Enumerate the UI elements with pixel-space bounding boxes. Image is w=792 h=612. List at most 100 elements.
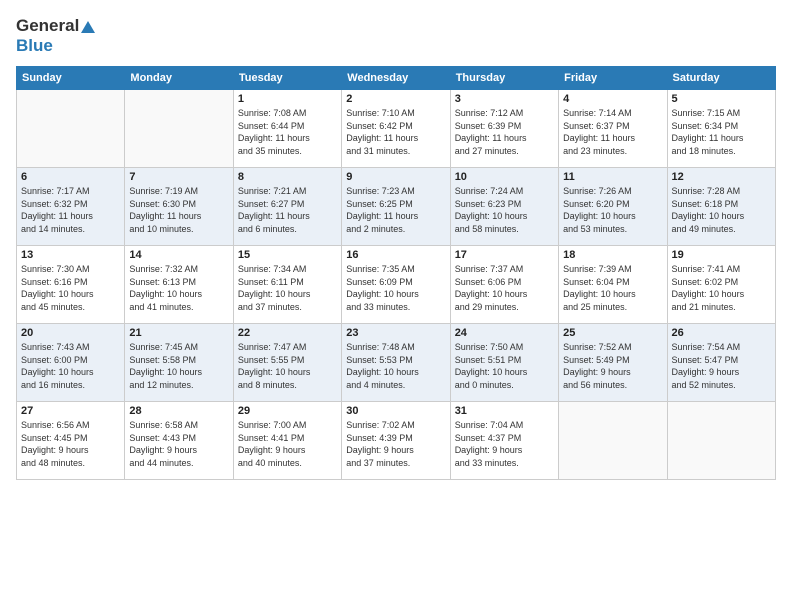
day-number: 16 [346,249,445,261]
cell-info: Daylight: 10 hours [563,210,662,223]
cell-info: Daylight: 10 hours [455,366,554,379]
calendar-cell: 22Sunrise: 7:47 AMSunset: 5:55 PMDayligh… [233,324,341,402]
cell-info: Sunset: 6:39 PM [455,120,554,133]
calendar-table: SundayMondayTuesdayWednesdayThursdayFrid… [16,66,776,480]
cell-info: Sunrise: 6:58 AM [129,419,228,432]
calendar-cell: 6Sunrise: 7:17 AMSunset: 6:32 PMDaylight… [17,168,125,246]
calendar-cell: 20Sunrise: 7:43 AMSunset: 6:00 PMDayligh… [17,324,125,402]
cell-info: and 35 minutes. [238,145,337,158]
week-row-1: 1Sunrise: 7:08 AMSunset: 6:44 PMDaylight… [17,90,776,168]
col-header-tuesday: Tuesday [233,67,341,90]
cell-info: Sunset: 5:47 PM [672,354,771,367]
cell-info: Sunrise: 7:04 AM [455,419,554,432]
calendar-cell: 18Sunrise: 7:39 AMSunset: 6:04 PMDayligh… [559,246,667,324]
day-number: 29 [238,405,337,417]
day-number: 30 [346,405,445,417]
cell-info: Sunrise: 7:34 AM [238,263,337,276]
cell-info: Sunset: 6:00 PM [21,354,120,367]
week-row-4: 20Sunrise: 7:43 AMSunset: 6:00 PMDayligh… [17,324,776,402]
cell-info: and 18 minutes. [672,145,771,158]
cell-info: Sunrise: 7:24 AM [455,185,554,198]
cell-info: and 40 minutes. [238,457,337,470]
day-number: 22 [238,327,337,339]
cell-info: Daylight: 10 hours [21,288,120,301]
day-number: 31 [455,405,554,417]
cell-info: Sunset: 6:42 PM [346,120,445,133]
cell-info: Sunrise: 7:28 AM [672,185,771,198]
logo-triangle-icon [79,17,97,35]
cell-info: and 41 minutes. [129,301,228,314]
col-header-thursday: Thursday [450,67,558,90]
cell-info: Sunrise: 7:39 AM [563,263,662,276]
day-number: 11 [563,171,662,183]
cell-info: Sunrise: 7:50 AM [455,341,554,354]
week-row-2: 6Sunrise: 7:17 AMSunset: 6:32 PMDaylight… [17,168,776,246]
cell-info: and 0 minutes. [455,379,554,392]
calendar-cell: 12Sunrise: 7:28 AMSunset: 6:18 PMDayligh… [667,168,775,246]
cell-info: Daylight: 10 hours [455,210,554,223]
cell-info: Daylight: 10 hours [346,288,445,301]
cell-info: Daylight: 11 hours [672,132,771,145]
day-number: 14 [129,249,228,261]
cell-info: Sunset: 6:18 PM [672,198,771,211]
cell-info: Sunset: 4:39 PM [346,432,445,445]
cell-info: Daylight: 9 hours [21,444,120,457]
cell-info: and 56 minutes. [563,379,662,392]
day-number: 1 [238,93,337,105]
cell-info: and 48 minutes. [21,457,120,470]
calendar-cell: 15Sunrise: 7:34 AMSunset: 6:11 PMDayligh… [233,246,341,324]
logo: General Blue [16,16,97,56]
cell-info: Sunrise: 7:00 AM [238,419,337,432]
cell-info: and 16 minutes. [21,379,120,392]
cell-info: and 14 minutes. [21,223,120,236]
cell-info: and 12 minutes. [129,379,228,392]
cell-info: Sunset: 6:16 PM [21,276,120,289]
cell-info: Daylight: 10 hours [672,288,771,301]
day-number: 5 [672,93,771,105]
cell-info: Sunrise: 7:43 AM [21,341,120,354]
cell-info: Daylight: 10 hours [129,366,228,379]
calendar-cell: 27Sunrise: 6:56 AMSunset: 4:45 PMDayligh… [17,402,125,480]
cell-info: Sunrise: 7:12 AM [455,107,554,120]
cell-info: Sunset: 4:37 PM [455,432,554,445]
cell-info: and 49 minutes. [672,223,771,236]
day-number: 6 [21,171,120,183]
cell-info: Sunset: 6:37 PM [563,120,662,133]
cell-info: Sunrise: 7:17 AM [21,185,120,198]
calendar-cell: 31Sunrise: 7:04 AMSunset: 4:37 PMDayligh… [450,402,558,480]
cell-info: Sunrise: 7:30 AM [21,263,120,276]
cell-info: Sunset: 4:43 PM [129,432,228,445]
day-number: 19 [672,249,771,261]
day-number: 3 [455,93,554,105]
cell-info: Sunrise: 7:02 AM [346,419,445,432]
cell-info: Sunset: 6:13 PM [129,276,228,289]
cell-info: and 37 minutes. [346,457,445,470]
cell-info: Sunset: 6:25 PM [346,198,445,211]
cell-info: Sunrise: 7:14 AM [563,107,662,120]
cell-info: Daylight: 10 hours [238,366,337,379]
cell-info: Daylight: 10 hours [563,288,662,301]
day-number: 24 [455,327,554,339]
header-row: SundayMondayTuesdayWednesdayThursdayFrid… [17,67,776,90]
cell-info: and 8 minutes. [238,379,337,392]
calendar-cell: 16Sunrise: 7:35 AMSunset: 6:09 PMDayligh… [342,246,450,324]
calendar-cell: 10Sunrise: 7:24 AMSunset: 6:23 PMDayligh… [450,168,558,246]
cell-info: Daylight: 9 hours [563,366,662,379]
calendar-cell: 24Sunrise: 7:50 AMSunset: 5:51 PMDayligh… [450,324,558,402]
day-number: 21 [129,327,228,339]
header: General Blue [16,16,776,56]
cell-info: Daylight: 10 hours [672,210,771,223]
calendar-cell: 1Sunrise: 7:08 AMSunset: 6:44 PMDaylight… [233,90,341,168]
calendar-cell: 11Sunrise: 7:26 AMSunset: 6:20 PMDayligh… [559,168,667,246]
cell-info: Sunrise: 7:47 AM [238,341,337,354]
cell-info: Sunset: 6:34 PM [672,120,771,133]
cell-info: Daylight: 9 hours [129,444,228,457]
cell-info: Daylight: 10 hours [129,288,228,301]
cell-info: Sunset: 6:06 PM [455,276,554,289]
cell-info: Sunset: 6:11 PM [238,276,337,289]
day-number: 23 [346,327,445,339]
cell-info: and 52 minutes. [672,379,771,392]
cell-info: Sunrise: 7:21 AM [238,185,337,198]
cell-info: and 53 minutes. [563,223,662,236]
cell-info: and 21 minutes. [672,301,771,314]
